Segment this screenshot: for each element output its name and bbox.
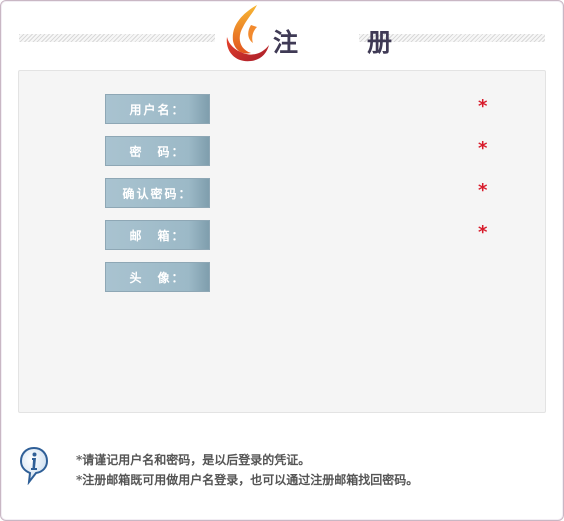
confirm-password-label: 确认密码： xyxy=(105,178,210,208)
required-mark: * xyxy=(478,180,488,201)
email-input[interactable] xyxy=(217,223,481,247)
form-row-password: 密 码： * xyxy=(105,136,525,166)
avatar-label: 头 像： xyxy=(105,262,210,292)
register-window: 注 册 用户名： * 密 码： * 确认密码： * 邮 箱： * 头 像： *请… xyxy=(0,0,564,521)
username-label: 用户名： xyxy=(105,94,210,124)
confirm-password-input[interactable] xyxy=(217,181,481,205)
header-divider-left xyxy=(19,34,215,42)
required-mark: * xyxy=(478,96,488,117)
password-label: 密 码： xyxy=(105,136,210,166)
page-title: 注 册 xyxy=(273,28,415,57)
note-email-login: *注册邮箱既可用做用户名登录，也可以通过注册邮箱找回密码。 xyxy=(76,473,419,487)
avatar-upload[interactable] xyxy=(217,265,477,287)
registration-form-panel: 用户名： * 密 码： * 确认密码： * 邮 箱： * 头 像： xyxy=(18,70,546,413)
form-row-avatar: 头 像： xyxy=(105,262,525,292)
form-row-email: 邮 箱： * xyxy=(105,220,525,250)
password-input[interactable] xyxy=(217,139,481,163)
required-mark: * xyxy=(478,138,488,159)
flame-logo-icon xyxy=(226,5,269,62)
required-mark: * xyxy=(478,222,488,243)
email-label: 邮 箱： xyxy=(105,220,210,250)
note-remember-credentials: *请谨记用户名和密码，是以后登录的凭证。 xyxy=(76,453,311,467)
username-input[interactable] xyxy=(217,97,481,121)
form-row-username: 用户名： * xyxy=(105,94,525,124)
form-row-confirm-password: 确认密码： * xyxy=(105,178,525,208)
info-bubble-icon xyxy=(19,446,49,485)
